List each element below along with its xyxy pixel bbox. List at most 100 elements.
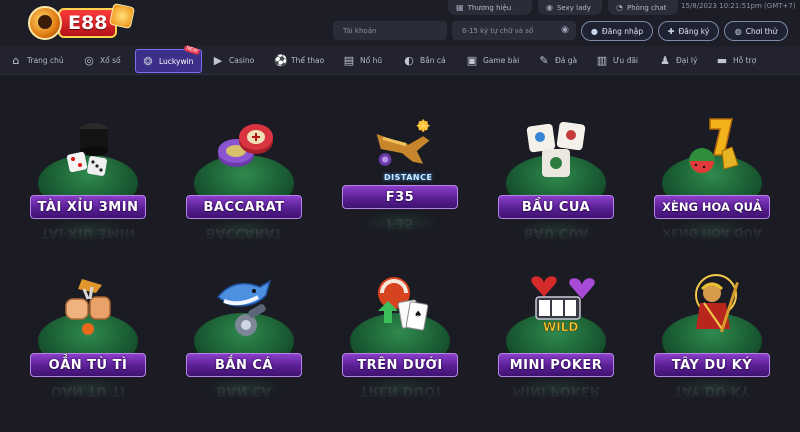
nav-item-support[interactable]: ▬ Hỗ trợ xyxy=(716,46,756,74)
game-title-reflection: XÈNG HOA QUẢ xyxy=(662,226,762,240)
camera-icon: ◉ xyxy=(546,3,553,12)
nav-item-home[interactable]: ⌂ Trang chủ xyxy=(10,46,64,74)
top-link-label: Thương hiệu xyxy=(467,3,512,12)
home-icon: ⌂ xyxy=(12,53,20,67)
user-icon: ● xyxy=(590,26,598,36)
top-link-brand[interactable]: ▦ Thương hiệu xyxy=(448,0,532,15)
poker-chips-icon xyxy=(218,124,273,167)
game-title: XÈNG HOA QUẢ xyxy=(654,195,770,219)
nav-item-agent[interactable]: ♟ Đại lý xyxy=(659,46,697,74)
register-button[interactable]: ✚ Đăng ký xyxy=(658,21,719,41)
nav-label: Đá gà xyxy=(555,55,578,65)
game-tile-oan-tu-ti[interactable]: OẲN TÙ TÌ OẲN TÙ TÌ xyxy=(28,273,148,423)
game-tile-xeng-hoa-qua[interactable]: XÈNG HOA QUẢ XÈNG HOA QUẢ xyxy=(652,115,772,265)
datetime: 15/8/2023 10:21:51pm (GMT+7) xyxy=(681,2,796,10)
nav-item-cockfight[interactable]: ✎ Đá gà xyxy=(538,46,577,74)
svg-text:♠: ♠ xyxy=(414,310,422,320)
play-circle-icon: ◍ xyxy=(734,26,742,36)
top-link-label: Phòng chat xyxy=(626,3,667,12)
game-tile-mini-poker[interactable]: WILD MINI POKER MINI POKER xyxy=(496,273,616,423)
monkey-king-icon xyxy=(695,274,739,333)
wild-slot-icon: WILD xyxy=(531,276,595,334)
nav-label: Game bài xyxy=(483,55,520,65)
game-title-reflection: MINI POKER xyxy=(512,383,600,399)
register-label: Đăng ký xyxy=(678,26,710,36)
game-title: TRÊN DƯỚI xyxy=(342,353,458,377)
game-tile-bau-cua[interactable]: BẦU CUA BẦU CUA xyxy=(496,115,616,265)
nav-item-fishing[interactable]: ◐ Bắn cá xyxy=(403,46,446,74)
nav-label: Trang chủ xyxy=(27,55,64,65)
soccer-ball-icon: ⚽ xyxy=(274,53,288,67)
game-tile-tren-duoi[interactable]: ♠ TRÊN DƯỚI TRÊN DƯỚI xyxy=(340,273,460,423)
brand-logo[interactable]: E88 xyxy=(28,2,146,40)
nav-label: Thể thao xyxy=(291,55,325,65)
gift-icon: ▥ xyxy=(596,53,608,67)
nav-item-sports[interactable]: ⚽ Thể thao xyxy=(274,46,324,74)
login-label: Đăng nhập xyxy=(601,26,644,36)
login-button[interactable]: ● Đăng nhập xyxy=(581,21,653,41)
nav-item-luckywin[interactable]: ❂ Luckywin NEW xyxy=(135,44,203,73)
game-title: TÂY DU KÝ xyxy=(654,353,770,377)
nav-item-slots[interactable]: ▤ Nổ hũ xyxy=(343,46,382,74)
nav-item-casino[interactable]: ▶ Casino xyxy=(212,46,254,74)
support-icon: ▬ xyxy=(716,53,728,67)
new-badge: NEW xyxy=(183,44,200,56)
nav-label: Xổ số xyxy=(100,55,121,65)
game-title-reflection: TRÊN DƯỚI xyxy=(359,383,441,399)
nav-item-card-games[interactable]: ▣ Game bài xyxy=(466,46,519,74)
game-title-reflection: TÂY DU KÝ xyxy=(674,383,750,399)
shark-cannon-icon xyxy=(216,279,272,336)
play-icon: ▶ xyxy=(213,53,223,67)
password-input[interactable]: 6-15 ký tự chữ và số ◉ xyxy=(452,21,576,40)
game-title-reflection: BACCARAT xyxy=(205,225,283,241)
fruit-slot-icon xyxy=(689,118,739,174)
chat-icon: ◔ xyxy=(616,3,623,12)
game-tile-f35[interactable]: F35 DISTANCE F35 xyxy=(340,115,460,265)
bau-cua-dice-icon xyxy=(526,121,586,177)
game-title-reflection: OẲN TÙ TÌ xyxy=(50,383,126,399)
nav-label: Nổ hũ xyxy=(360,55,383,65)
nav-label: Casino xyxy=(229,55,255,65)
add-user-icon: ✚ xyxy=(667,26,675,36)
nav-item-lottery[interactable]: ◎ Xổ số xyxy=(83,46,121,74)
distance-badge: DISTANCE xyxy=(384,173,433,182)
logo-emblem-icon xyxy=(28,6,62,40)
logo-text: E88 xyxy=(58,8,118,38)
cards-arrows-icon: ♠ xyxy=(378,277,429,331)
trial-button[interactable]: ◍ Chơi thử xyxy=(724,21,788,41)
game-title: BẮN CÁ xyxy=(186,353,302,377)
password-placeholder: 6-15 ký tự chữ và số xyxy=(462,26,534,35)
game-title: F35 xyxy=(342,185,458,209)
header: E88 ▦ Thương hiệu ◉ Sexy lady ◔ Phòng ch… xyxy=(0,0,800,46)
rooster-icon: ✎ xyxy=(539,53,549,67)
game-title: TÀI XỈU 3MIN xyxy=(30,195,146,219)
game-grid: TÀI XỈU 3MIN TÀI XỈU 3MIN BACCARAT BACCA… xyxy=(0,75,800,432)
nav-item-promotions[interactable]: ▥ Ưu đãi xyxy=(596,46,638,74)
rock-paper-scissors-icon xyxy=(65,279,111,335)
game-tile-tai-xiu-3min[interactable]: TÀI XỈU 3MIN TÀI XỈU 3MIN xyxy=(28,115,148,265)
top-link-sexy-lady[interactable]: ◉ Sexy lady xyxy=(538,0,602,15)
logo-dice-icon xyxy=(109,2,136,30)
game-tile-tay-du-ky[interactable]: TÂY DU KÝ TÂY DU KÝ xyxy=(652,273,772,423)
cards-icon: ▣ xyxy=(466,53,478,67)
game-title: OẲN TÙ TÌ xyxy=(30,353,146,377)
username-placeholder: Tài khoản xyxy=(343,26,377,35)
username-input[interactable]: Tài khoản xyxy=(333,21,447,40)
dice-cup-icon xyxy=(66,123,108,176)
svg-text:WILD: WILD xyxy=(543,320,578,334)
top-link-label: Sexy lady xyxy=(556,3,591,12)
nav-label: Luckywin xyxy=(159,56,194,66)
nav-label: Bắn cá xyxy=(420,55,446,65)
top-links: ▦ Thương hiệu ◉ Sexy lady ◔ Phòng chat xyxy=(448,0,678,16)
storefront-icon: ▦ xyxy=(456,3,464,12)
game-tile-baccarat[interactable]: BACCARAT BACCARAT xyxy=(184,115,304,265)
game-title: BACCARAT xyxy=(186,195,302,219)
game-title-reflection: BẦU CUA xyxy=(523,225,589,241)
game-tile-ban-ca[interactable]: BẮN CÁ BẮN CÁ xyxy=(184,273,304,423)
nav-label: Hỗ trợ xyxy=(733,55,757,65)
top-link-chat[interactable]: ◔ Phòng chat xyxy=(608,0,678,15)
game-title: MINI POKER xyxy=(498,353,614,377)
game-title-reflection: TÀI XỈU 3MIN xyxy=(40,225,136,241)
eye-icon[interactable]: ◉ xyxy=(561,25,569,35)
main-nav: ⌂ Trang chủ ◎ Xổ số ❂ Luckywin NEW ▶ Cas… xyxy=(0,44,800,75)
